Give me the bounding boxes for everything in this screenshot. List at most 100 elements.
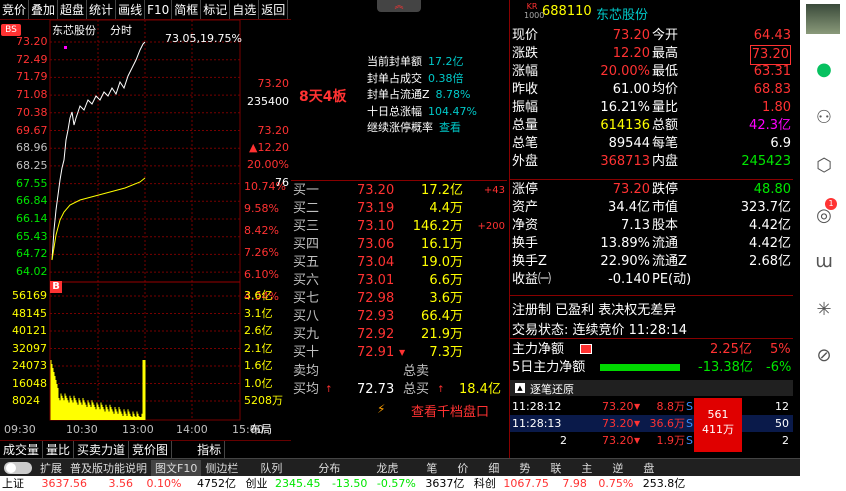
tick-row[interactable]: 11:28:12 73.20 ▼ 8.8万 S 12 [510, 398, 793, 415]
vol-right-tick: 2.1亿 [244, 341, 273, 355]
toggle-switch[interactable] [4, 461, 32, 474]
bottom-tab[interactable]: 细 [478, 460, 509, 476]
seal-row: 封单占成交 0.38倍 [367, 71, 464, 85]
buy-level[interactable]: 买五 73.04 19.0万 [291, 254, 507, 272]
bottom-tab[interactable]: 盘 [633, 460, 664, 476]
right-info: 73.20 [257, 77, 290, 90]
buy-level[interactable]: 买八 72.93 66.4万 [291, 308, 507, 326]
cube-icon[interactable]: ⬡ [812, 154, 836, 178]
menu-item[interactable]: 叠加 [29, 0, 59, 19]
price-line [51, 41, 146, 261]
top-menu: 竞价 叠加 超盘 统计 画线 F10 简框 标记 自选 返回 [0, 0, 291, 20]
pct-tick: 6.10% [244, 268, 279, 281]
tick-header[interactable]: ▲ 逐笔还原 [510, 380, 793, 396]
order-book: 买一 73.20 17.2亿 +43 买二 73.19 4.4万 买三 73.10 146.2万 +… [291, 180, 507, 426]
buy-level[interactable]: 买二 73.19 4.4万 [291, 200, 507, 218]
indicator-tab[interactable]: 竞价图 [129, 441, 173, 458]
buy-level[interactable]: 买四 73.06 16.1万 [291, 236, 507, 254]
menu-item[interactable]: 返回 [259, 0, 289, 19]
indicator-tab[interactable]: 买卖力道 [74, 441, 130, 458]
quote-row: 资产 34.4亿 市值 323.7亿 [512, 200, 791, 215]
buy-avg-row: 买均 ↑ 72.73 总买 ↑ 18.4亿 [293, 382, 501, 397]
menu-item[interactable]: 自选 [230, 0, 260, 19]
menu-item[interactable]: F10 [145, 0, 173, 19]
bottom-tab[interactable]: 价 [447, 460, 478, 476]
indicator-tabs: 成交量 量比 买卖力道 竞价图 指标 [0, 440, 291, 458]
indicator-tab[interactable]: 量比 [43, 441, 75, 458]
sparkle-icon[interactable]: ✳ [812, 298, 836, 322]
bottom-tab[interactable]: 龙虎 [358, 460, 416, 476]
butterfly-icon[interactable]: ɯ [812, 250, 836, 274]
quote-row: 涨跌 12.20 最高 73.20 [510, 45, 793, 65]
sell-avg-row: 卖均 总卖 [293, 364, 430, 379]
seal-row[interactable]: 继续涨停概率 查看 [367, 120, 461, 136]
price-tick: 66.84 [16, 194, 48, 208]
stock-code: 688110 [542, 4, 592, 19]
menu-item[interactable]: 竞价 [0, 0, 30, 19]
bottom-tab[interactable]: 笔 [416, 460, 447, 476]
vol-tick: 8024 [12, 394, 40, 407]
bottom-tab[interactable]: 图文F10 [151, 459, 202, 476]
buy-level[interactable]: 买十 72.91 7.3万 ▼ [291, 344, 507, 362]
menu-item[interactable]: 超盘 [58, 0, 88, 19]
menu-item[interactable]: 画线 [116, 0, 146, 19]
bottom-tab[interactable]: 主 [571, 460, 602, 476]
index-status-bar: 上证 3637.56 3.56 0.10% 4752亿 创业 2345.45 -… [0, 476, 800, 491]
chevron-up-icon[interactable]: ︽ [377, 0, 421, 12]
vol-right-tick: 5208万 [244, 394, 283, 407]
time-tick: 10:30 [66, 423, 98, 436]
bottom-tab[interactable]: 联 [540, 460, 571, 476]
indicator-tab[interactable]: 成交量 [0, 441, 44, 458]
quote-row: 振幅 16.21% 量比 1.80 [512, 100, 791, 115]
seal-row: 当前封单额 17.2亿 [367, 55, 464, 68]
bottom-tab[interactable]: 普及版功能说明 [66, 460, 151, 476]
trade-status: 交易状态: 连续竞价 11:28:14 [512, 323, 688, 338]
price-tick: 71.08 [16, 88, 48, 102]
divider [510, 295, 793, 296]
bottom-tab[interactable]: 逆 [602, 460, 633, 476]
tick-row[interactable]: 2 73.20 ▼ 1.9万 S 2 [510, 432, 793, 449]
menu-item[interactable]: 统计 [87, 0, 117, 19]
peak-marker [64, 46, 67, 49]
vol-right-tick: 1.6亿 [244, 359, 273, 372]
user-icon[interactable]: ⚇ [812, 106, 836, 130]
tick-box: 561 411万 [694, 398, 742, 452]
menu-item[interactable]: 标记 [201, 0, 231, 19]
seal-row: 十日总涨幅 104.47% [367, 104, 477, 118]
bottom-tab[interactable]: 扩展 [36, 460, 66, 476]
view-depth-link[interactable]: 查看千档盘口 [411, 401, 489, 420]
vol-right-tick: 3.6亿 [244, 289, 273, 302]
buy-level[interactable]: 买三 73.10 146.2万 +200 [291, 218, 507, 236]
vol-right-tick: 1.0亿 [244, 376, 273, 390]
price-tick: 69.67 [16, 123, 48, 137]
layout-button[interactable]: 布局 [250, 424, 272, 436]
intraday-chart[interactable]: BS 东芯股份 分时 73.05,19.75% 73.20 72.49 71.79 7… [0, 20, 291, 440]
tick-row[interactable]: 11:28:13 73.20 ▼ 36.6万 S 50 [510, 415, 793, 432]
price-tick: 72.49 [16, 52, 48, 66]
collapse-icon: ▲ [515, 383, 525, 393]
quote-row: 总量 614136 总额 42.3亿 [512, 118, 791, 133]
quote-row: 收益㈠ -0.140 PE(动) [512, 272, 692, 287]
lightning-icon: ⚡ [377, 402, 386, 416]
buy-level[interactable]: 买一 73.20 17.2亿 +43 [291, 182, 507, 200]
avatar[interactable] [806, 4, 840, 34]
link-icon[interactable]: ⊘ [812, 344, 836, 368]
indicator-tab[interactable]: 指标 [194, 441, 226, 458]
chart-stock-name: 东芯股份 [52, 24, 96, 37]
buy-level[interactable]: 买七 72.98 3.6万 [291, 290, 507, 308]
quote-row: 昨收 61.00 均价 68.83 [512, 82, 791, 97]
quote-row: 涨停 73.20 跌停 48.80 [512, 182, 791, 197]
right-info: 20.00% [247, 158, 289, 171]
bottom-tab[interactable]: 势 [509, 460, 540, 476]
bottom-tab[interactable]: 分布 [300, 460, 358, 476]
menu-item[interactable]: 简框 [172, 0, 202, 19]
price-tick: 68.25 [16, 158, 48, 172]
chat-icon[interactable]: ● [812, 58, 836, 82]
buy-level[interactable]: 买九 72.92 21.9万 [291, 326, 507, 344]
board-text: 8天4板 [299, 89, 347, 105]
chart-period[interactable]: 分时 [110, 25, 132, 37]
buy-level[interactable]: 买六 73.01 6.6万 [291, 272, 507, 290]
bottom-tab[interactable]: 侧边栏 [201, 460, 242, 476]
bottom-tab[interactable]: 队列 [242, 460, 300, 476]
right-info: 235400 [247, 95, 289, 108]
